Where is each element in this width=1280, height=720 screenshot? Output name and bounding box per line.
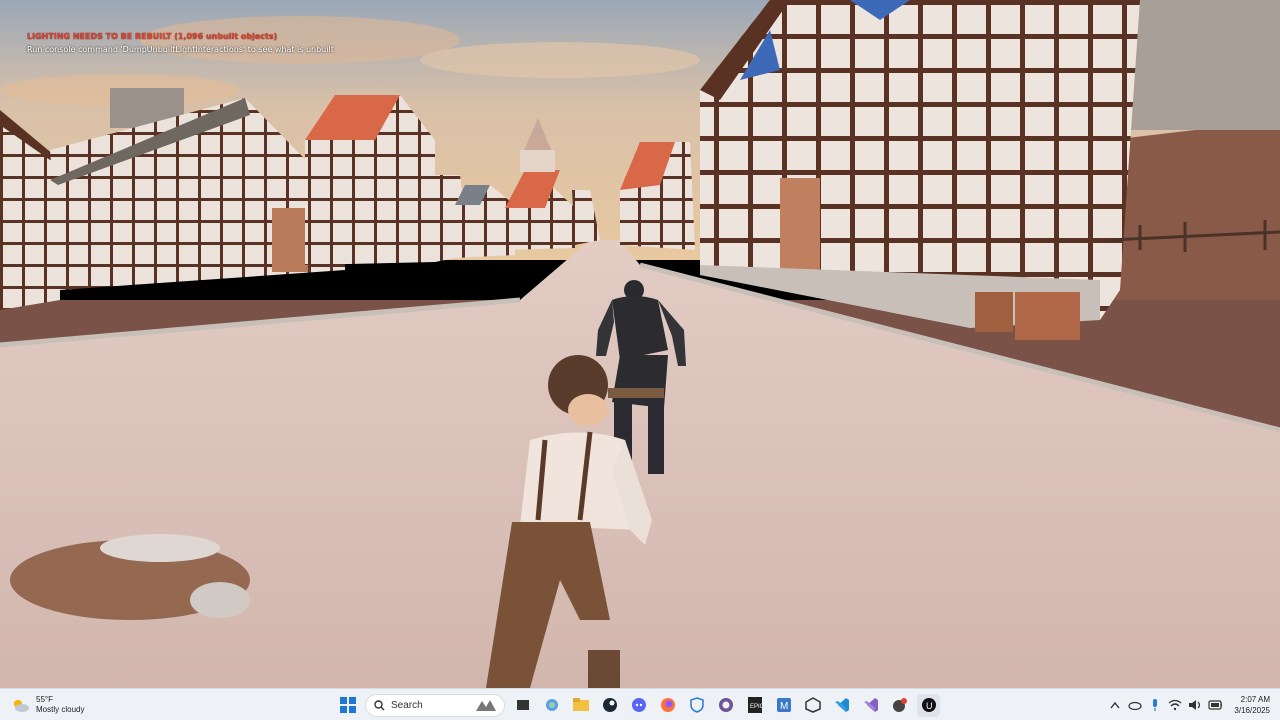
onedrive-icon[interactable] — [1128, 698, 1143, 712]
unreal-engine-icon[interactable]: U — [917, 693, 940, 717]
wifi-icon[interactable] — [1168, 698, 1182, 712]
taskbar-clock[interactable]: 2:07 AM 3/16/2025 — [1234, 694, 1270, 716]
volume-icon[interactable] — [1188, 698, 1202, 712]
lighting-warning-text: LIGHTING NEEDS TO BE REBUILT (1,096 unbu… — [27, 32, 278, 41]
house-right-large — [700, 0, 1140, 340]
house-left-3 — [305, 95, 435, 265]
battery-icon[interactable] — [1208, 698, 1223, 712]
cloud-sun-icon — [14, 700, 29, 712]
steam-icon[interactable] — [598, 694, 621, 717]
chevron-up-icon[interactable] — [1108, 698, 1122, 712]
taskbar-apps: Search EPIC M U — [336, 693, 940, 717]
copilot-icon[interactable] — [540, 694, 563, 717]
malwarebytes-icon[interactable]: M — [772, 694, 795, 717]
clock-time: 2:07 AM — [1240, 694, 1270, 704]
security-icon[interactable] — [685, 694, 708, 717]
file-explorer-icon[interactable] — [569, 694, 592, 717]
game-viewport[interactable]: LIGHTING NEEDS TO BE REBUILT (1,096 unbu… — [0, 0, 1280, 688]
weather-temp: 55°F — [36, 695, 53, 704]
svg-text:EPIC: EPIC — [750, 704, 762, 710]
microphone-icon[interactable] — [1148, 698, 1162, 712]
app-icon[interactable] — [888, 694, 911, 717]
castle-wall — [1130, 0, 1280, 130]
widget-icon — [476, 699, 496, 711]
game-scene — [0, 0, 1280, 688]
svg-text:M: M — [780, 701, 788, 712]
task-view-icon[interactable] — [511, 694, 534, 717]
github-icon[interactable] — [714, 694, 737, 717]
clock-date: 3/16/2025 — [1234, 705, 1270, 715]
system-tray: 2:07 AM 3/16/2025 — [1108, 689, 1280, 720]
unity-icon[interactable] — [801, 694, 824, 717]
search-box[interactable]: Search — [365, 693, 505, 717]
vscode-icon[interactable] — [830, 694, 853, 717]
firefox-icon[interactable] — [656, 694, 679, 717]
windows-start-icon[interactable] — [336, 694, 359, 717]
epic-games-icon[interactable]: EPIC — [743, 694, 766, 717]
svg-text:U: U — [926, 701, 933, 711]
search-placeholder: Search — [391, 699, 423, 711]
weather-condition: Mostly cloudy — [36, 705, 85, 714]
visual-studio-icon[interactable] — [859, 694, 882, 717]
engine-warning-overlay: LIGHTING NEEDS TO BE REBUILT (1,096 unbu… — [27, 30, 334, 56]
discord-icon[interactable] — [627, 694, 650, 717]
console-hint-text: Run console command 'DumpUnbuiltLightInt… — [27, 45, 334, 54]
windows-taskbar: 55°F Mostly cloudy Search EPIC M U 2:07 … — [0, 688, 1280, 720]
weather-widget[interactable]: 55°F Mostly cloudy — [10, 692, 84, 718]
search-icon — [374, 699, 385, 710]
